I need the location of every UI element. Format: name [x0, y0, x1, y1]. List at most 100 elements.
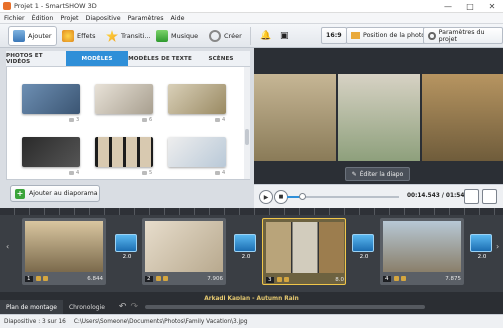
horizontal-scrollbar[interactable] — [145, 305, 425, 309]
edit-slide-label: Éditer la diapo — [359, 170, 404, 178]
photo-position-button[interactable]: Position de la photo — [346, 27, 431, 44]
transition-block[interactable]: 2.0 — [352, 234, 376, 264]
menu-edition[interactable]: Édition — [32, 15, 54, 22]
status-bar: Diapositive : 3 sur 16 C:\Users\Someone\… — [0, 314, 503, 328]
plus-icon: + — [15, 188, 25, 199]
transition-block[interactable]: 2.0 — [234, 234, 258, 264]
template-count: 3 — [69, 117, 79, 123]
slide-number: 1 — [25, 275, 33, 282]
slide-thumbnail — [266, 222, 344, 273]
current-time: 00:14.543 — [407, 193, 440, 199]
slide-tool-icon[interactable] — [400, 276, 406, 281]
template-thumbnail[interactable] — [95, 84, 153, 114]
tab-effects-label: Effets — [77, 32, 96, 40]
transition-icon — [470, 234, 492, 252]
slide-duration: 6.844 — [87, 275, 103, 282]
menu-diapositive[interactable]: Diapositive — [85, 15, 120, 22]
toolbar-divider — [250, 27, 251, 45]
undo-icon[interactable]: ↶ — [119, 302, 127, 312]
tab-add[interactable]: Ajouter — [8, 26, 57, 46]
gear-icon — [428, 31, 436, 40]
star-icon — [106, 30, 118, 42]
slide-card[interactable]: 1 6.844 — [22, 218, 106, 285]
transition-duration: 2.0 — [359, 254, 369, 260]
snapshot-camera-icon[interactable] — [464, 189, 479, 204]
file-path: C:\Users\Someone\Documents\Photos\Family… — [73, 318, 248, 325]
pencil-icon: ✎ — [351, 170, 357, 178]
template-thumbnail[interactable] — [22, 84, 80, 114]
menu-projet[interactable]: Projet — [60, 15, 78, 22]
slide-tool-icon[interactable] — [283, 277, 289, 282]
image-adjust-icon[interactable]: ▣ — [276, 26, 293, 46]
menu-fichier[interactable]: Fichier — [4, 15, 25, 22]
tab-scenes[interactable]: SCÈNES — [192, 51, 250, 66]
tab-timeline[interactable]: Chronologie — [63, 300, 111, 314]
template-thumbnail[interactable] — [22, 137, 80, 167]
transition-duration: 2.0 — [241, 254, 251, 260]
project-settings-label: Paramètres du projet — [438, 28, 485, 43]
menu-aide[interactable]: Aide — [171, 15, 185, 22]
add-to-slideshow-button[interactable]: + Ajouter au diaporama — [10, 185, 100, 202]
slide-duration: 8.0 — [335, 276, 344, 283]
bell-icon[interactable]: 🔔 — [256, 26, 275, 46]
scroll-thumb[interactable] — [245, 129, 249, 145]
slide-tool-icon[interactable] — [155, 276, 161, 281]
slide-tool-icon[interactable] — [162, 276, 168, 281]
slide-card-selected[interactable]: 3 8.0 — [262, 218, 346, 285]
close-button[interactable]: ✕ — [481, 0, 503, 13]
template-count: 4 — [215, 117, 225, 123]
slide-tool-icon[interactable] — [35, 276, 41, 281]
bottom-bar: Plan de montage Chronologie ↶ ↷ — [0, 300, 503, 314]
tab-music[interactable]: Musique — [152, 26, 202, 46]
timeline-ruler — [0, 208, 503, 215]
tab-add-label: Ajouter — [28, 32, 52, 40]
effects-icon — [62, 30, 74, 42]
tab-templates[interactable]: MODÈLES — [66, 51, 128, 66]
transition-icon — [115, 234, 137, 252]
template-thumbnail[interactable] — [168, 137, 226, 167]
tab-storyboard[interactable]: Plan de montage — [0, 300, 63, 314]
storyboard: 1 6.844 2.0 2 7.906 2.0 3 8.0 2.0 4 7.875 2.… — [0, 208, 503, 305]
play-button[interactable]: ▶ — [259, 190, 273, 204]
tab-text-templates[interactable]: MODÈLES DE TEXTE — [128, 51, 192, 66]
vertical-scrollbar[interactable] — [244, 67, 250, 179]
slide-thumbnail — [383, 221, 461, 272]
tab-create-label: Créer — [224, 32, 242, 40]
tab-effects[interactable]: Effets — [58, 26, 100, 46]
fullscreen-icon[interactable] — [482, 189, 497, 204]
scroll-left-icon[interactable]: ‹ — [6, 242, 12, 254]
menu-parametres[interactable]: Paramètres — [128, 15, 164, 22]
tab-photos-videos[interactable]: PHOTOS ET VIDÉOS — [6, 51, 66, 66]
menu-bar: Fichier Édition Projet Diapositive Param… — [0, 13, 503, 24]
seek-bar[interactable] — [287, 193, 399, 200]
tab-transitions-label: Transiti... — [121, 32, 151, 40]
slide-card[interactable]: 2 7.906 — [142, 218, 226, 285]
minimize-button[interactable]: — — [437, 0, 459, 13]
redo-icon[interactable]: ↷ — [130, 302, 138, 312]
transition-duration: 2.0 — [477, 254, 487, 260]
tab-transitions[interactable]: Transiti... — [102, 26, 155, 46]
slide-tool-icon[interactable] — [276, 277, 282, 282]
transition-block[interactable]: 2.0 — [470, 234, 494, 264]
library-tabs: PHOTOS ET VIDÉOS MODÈLES MODÈLES DE TEXT… — [6, 51, 250, 67]
stop-button[interactable]: ■ — [274, 190, 288, 204]
slide-card[interactable]: 4 7.875 — [380, 218, 464, 285]
scroll-right-icon[interactable]: › — [496, 242, 502, 254]
title-bar: Projet 1 - SmartSHOW 3D — □ ✕ — [0, 0, 503, 13]
maximize-button[interactable]: □ — [459, 0, 481, 13]
preview-photo-left — [254, 74, 336, 161]
template-gallery: 3 6 4 4 5 4 — [6, 67, 250, 180]
aspect-ratio-button[interactable]: 16:9 — [321, 27, 347, 44]
transition-block[interactable]: 2.0 — [115, 234, 139, 264]
seek-handle[interactable] — [298, 193, 306, 200]
player-controls: ▶ ■ 00:14.543 / 01:54.407 — [254, 184, 503, 208]
slide-tool-icon[interactable] — [393, 276, 399, 281]
template-thumbnail[interactable] — [95, 137, 153, 167]
slide-number: 3 — [266, 276, 274, 283]
tab-create[interactable]: Créer — [205, 26, 246, 46]
template-thumbnail[interactable] — [168, 84, 226, 114]
slide-tool-icon[interactable] — [42, 276, 48, 281]
edit-slide-button[interactable]: ✎ Éditer la diapo — [345, 167, 410, 181]
template-count: 4 — [69, 170, 79, 176]
project-settings-button[interactable]: Paramètres du projet — [423, 27, 503, 44]
